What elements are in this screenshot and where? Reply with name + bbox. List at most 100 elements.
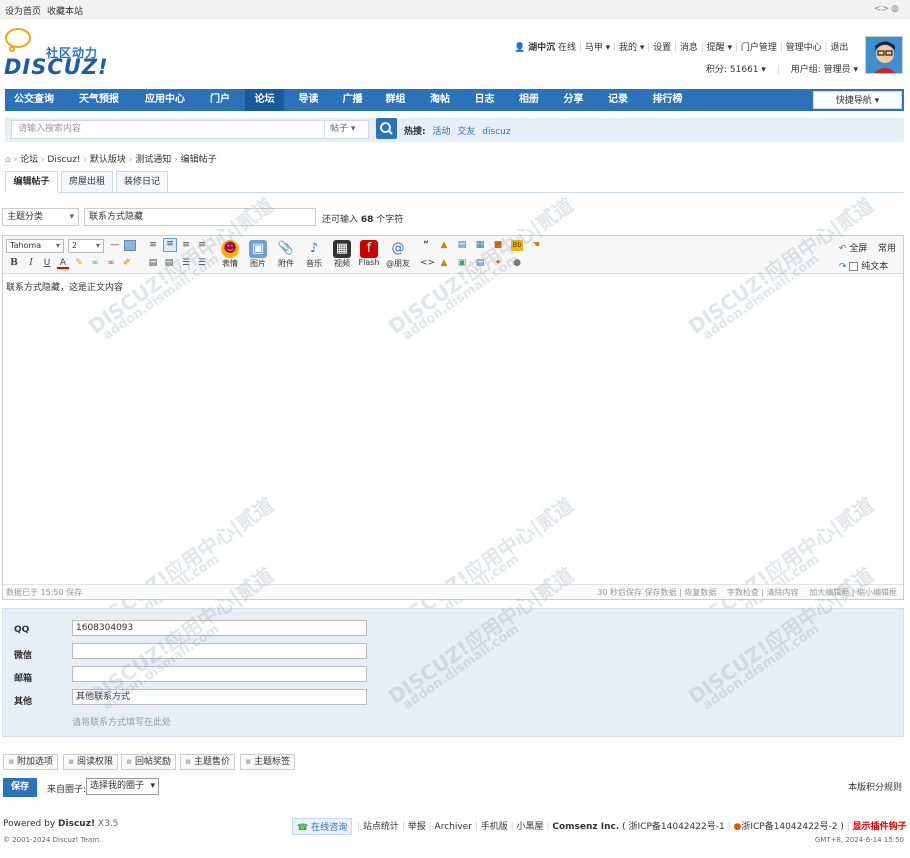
footer-stats-link[interactable]: 站点统计 — [363, 822, 399, 832]
word-count-link[interactable]: 字数检查 — [727, 588, 759, 597]
plaintext-checkbox[interactable] — [849, 262, 859, 271]
align-justify-icon[interactable]: ≡ — [196, 240, 208, 251]
code-icon[interactable]: <> — [420, 258, 435, 269]
group-select[interactable]: 选择我的圈子 ▾ — [86, 778, 159, 795]
user-link-admin-center[interactable]: 管理中心 — [786, 43, 822, 53]
online-consult-button[interactable]: ☎ 在线咨询 — [292, 818, 353, 835]
user-link-messages[interactable]: 消息 — [680, 43, 698, 53]
logo-text[interactable]: DISCUZ! — [4, 55, 109, 79]
font-family-select[interactable]: Tahoma ▾ — [6, 239, 64, 253]
unlink-icon[interactable]: ∞ — [105, 258, 117, 269]
extra-options-button[interactable]: ▪ 附加选项 — [3, 754, 58, 770]
tab-edit-post[interactable]: 编辑帖子 — [5, 171, 58, 193]
nav-app-center[interactable]: 应用中心 — [135, 89, 195, 111]
nav-portal[interactable]: 门户 — [199, 89, 241, 111]
smiley-button[interactable]: ☻ 表情 — [219, 240, 241, 269]
link-icon[interactable]: ∞ — [89, 258, 101, 269]
username-link[interactable]: 湖中沉 — [528, 43, 555, 53]
hide-icon[interactable]: ▲ — [438, 258, 450, 269]
reply-reward-button[interactable]: ▪ 回帖奖励 — [121, 754, 176, 770]
highlight-icon[interactable]: ✎ — [73, 258, 85, 269]
bbcode-icon[interactable]: Bb — [511, 240, 523, 251]
points-rules-link[interactable]: 本版积分规则 — [848, 780, 902, 793]
qq-input[interactable]: 1608304093 — [72, 620, 367, 636]
avatar[interactable] — [865, 36, 903, 74]
index-icon[interactable]: ▤ — [474, 258, 486, 269]
user-link-portal-admin[interactable]: 门户管理 — [741, 43, 777, 53]
save-button[interactable]: 保存 — [3, 778, 37, 797]
image-button[interactable]: ▣ 图片 — [247, 240, 269, 269]
user-link-majia[interactable]: 马甲 ▾ — [585, 43, 610, 53]
underline-icon[interactable]: U — [41, 258, 53, 269]
footer-blacklist-link[interactable]: 小黑屋 — [517, 822, 544, 832]
search-button[interactable] — [376, 118, 397, 139]
nav-guide[interactable]: 导读 — [288, 89, 329, 111]
user-points[interactable]: 积分: 51661 ▾ — [706, 65, 766, 75]
align-left-icon[interactable]: ≡ — [147, 240, 159, 251]
tab-decor-diary[interactable]: 装修日记 — [116, 171, 168, 193]
footer-archiver-link[interactable]: Archiver — [435, 822, 472, 832]
set-home-link[interactable]: 设为首页 — [5, 4, 41, 17]
mention-button[interactable]: @ @朋友 — [386, 240, 410, 269]
breadcrumb-discuz[interactable]: Discuz! — [47, 155, 80, 165]
save-data-link[interactable]: 保存数据 — [645, 588, 677, 597]
hot-search-friends[interactable]: 交友 — [457, 127, 475, 137]
footer-company-link[interactable]: Comsenz Inc. — [552, 822, 619, 832]
footer-mobile-link[interactable]: 手机版 — [481, 822, 508, 832]
italic-icon[interactable]: I — [25, 258, 37, 269]
user-link-mine[interactable]: 我的 ▾ — [619, 43, 644, 53]
nav-bus-query[interactable]: 公交查询 — [5, 89, 63, 111]
unordered-list-icon[interactable]: ☰ — [196, 258, 208, 269]
nav-album[interactable]: 相册 — [508, 89, 550, 111]
breadcrumb-forum[interactable]: 论坛 — [20, 155, 38, 165]
user-group[interactable]: 用户组: 管理员 ▾ — [791, 65, 858, 75]
tab-house-rent[interactable]: 房屋出租 — [61, 171, 113, 193]
thread-price-button[interactable]: ▪ 主题售价 — [180, 754, 235, 770]
align-center-icon[interactable]: ≡ — [163, 238, 177, 252]
common-button[interactable]: 常用 — [878, 241, 896, 254]
other-input[interactable]: 其他联系方式 — [72, 689, 367, 705]
restore-data-link[interactable]: 恢复数据 — [684, 588, 716, 597]
shrink-editor-link[interactable]: 缩小编辑框 — [857, 588, 897, 597]
hr-icon[interactable]: — — [109, 240, 121, 251]
category-select[interactable]: 主题分类 ▾ — [2, 208, 79, 226]
quick-nav-button[interactable]: 快捷导航 ▾ — [813, 91, 902, 109]
nav-records[interactable]: 记录 — [597, 89, 639, 111]
wechat-input[interactable] — [72, 643, 367, 659]
nav-groups[interactable]: 群组 — [376, 89, 415, 111]
editor-content[interactable]: 联系方式隐藏，这是正文内容 — [6, 280, 123, 293]
bgcolor-icon[interactable] — [124, 240, 136, 251]
user-link-logout[interactable]: 退出 — [830, 43, 848, 53]
nav-collections[interactable]: 淘帖 — [419, 89, 461, 111]
thread-tags-button[interactable]: ▪ 主题标签 — [240, 754, 295, 770]
code-icon[interactable]: <> — [874, 4, 889, 14]
discuz-link[interactable]: Discuz! — [58, 819, 95, 829]
page-icon[interactable]: ▤ — [456, 240, 468, 251]
format-brush-icon[interactable]: ✐ — [121, 258, 133, 269]
nav-weather[interactable]: 天气预报 — [67, 89, 131, 111]
bookmark-link[interactable]: 收藏本站 — [47, 4, 83, 17]
footer-icp2-link[interactable]: 浙ICP备14042422号-2 ) — [741, 822, 844, 832]
footer-report-link[interactable]: 举报 — [408, 822, 426, 832]
email-input[interactable] — [72, 666, 367, 682]
media-icon[interactable]: ■ — [492, 240, 504, 251]
table-icon[interactable]: ▦ — [474, 240, 486, 251]
clear-content-link[interactable]: 清除内容 — [767, 588, 799, 597]
ordered-list-icon[interactable]: ☰ — [180, 258, 192, 269]
quote-icon[interactable]: “ — [420, 240, 432, 251]
lock-icon[interactable]: ▲ — [438, 240, 450, 251]
home-icon[interactable]: ⌂ — [5, 155, 11, 165]
free-icon[interactable]: ▣ — [456, 258, 468, 269]
paging-icon[interactable]: ✦ — [492, 258, 504, 269]
font-size-select[interactable]: 2 ▾ — [68, 239, 104, 253]
fullscreen-button[interactable]: ↶ 全屏 — [839, 241, 867, 254]
title-input[interactable]: 联系方式隐藏 — [84, 208, 316, 226]
flash-button[interactable]: f Flash — [358, 240, 380, 267]
attachment-button[interactable]: 📎 附件 — [275, 240, 297, 269]
breadcrumb-test-notice[interactable]: 测试通知 — [135, 155, 171, 165]
read-permission-button[interactable]: ▪ 阅读权限 — [63, 754, 118, 770]
breadcrumb-default-board[interactable]: 默认版块 — [90, 155, 126, 165]
font-color-icon[interactable]: A — [57, 258, 69, 269]
globe-icon[interactable]: ● — [511, 258, 523, 269]
hand-icon[interactable]: ☚ — [530, 240, 542, 251]
